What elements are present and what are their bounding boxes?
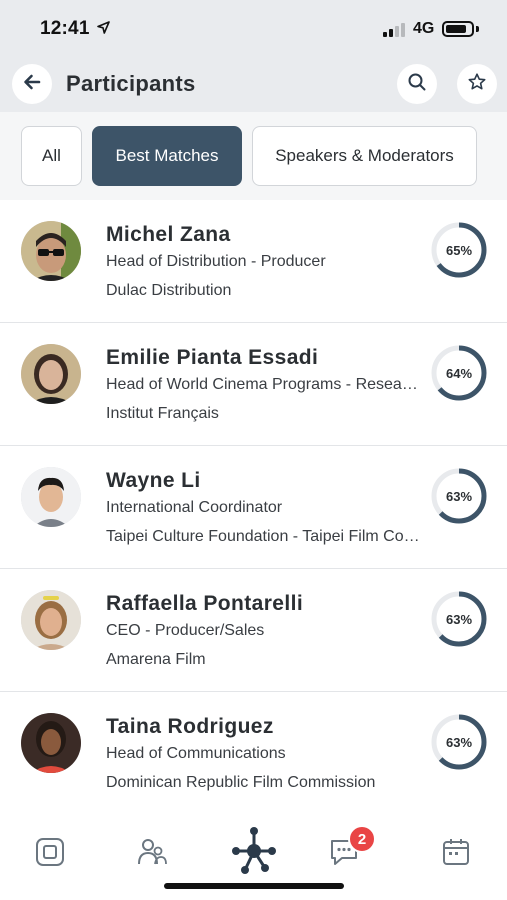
- arrow-left-icon: [22, 72, 42, 97]
- participant-organization: Dominican Republic Film Commission: [106, 774, 376, 791]
- calendar-icon: [441, 837, 471, 872]
- avatar: [21, 713, 81, 773]
- participant-organization: Institut Français: [106, 405, 219, 422]
- participant-organization: Amarena Film: [106, 651, 206, 668]
- match-score-label: 63%: [445, 488, 473, 504]
- nav-network-button[interactable]: [231, 826, 277, 881]
- match-score-ring: 63%: [430, 590, 488, 648]
- avatar: [21, 590, 81, 650]
- match-score-ring: 64%: [430, 344, 488, 402]
- participant-row[interactable]: Michel Zana Head of Distribution - Produ…: [0, 200, 507, 323]
- participant-name: Raffaella Pontarelli: [106, 592, 304, 615]
- status-time: 12:41: [40, 18, 90, 39]
- avatar: [21, 344, 81, 404]
- participant-role: CEO - Producer/Sales: [106, 622, 265, 639]
- match-score-label: 63%: [445, 734, 473, 750]
- participant-role: Head of Communications: [106, 745, 286, 762]
- back-button[interactable]: [12, 64, 52, 104]
- match-score-ring: 63%: [430, 467, 488, 525]
- search-button[interactable]: [397, 64, 437, 104]
- participant-row[interactable]: Taina Rodriguez Head of Communications D…: [0, 692, 507, 815]
- match-score-ring: 63%: [430, 713, 488, 771]
- battery-icon: [442, 21, 474, 37]
- status-bar: 12:41 4G: [0, 0, 507, 56]
- home-icon: [35, 837, 65, 872]
- nav-people-button[interactable]: [132, 834, 172, 874]
- participant-name: Emilie Pianta Essadi: [106, 346, 319, 369]
- chat-badge: 2: [348, 825, 376, 853]
- signal-icon: [383, 23, 405, 37]
- participant-name: Taina Rodriguez: [106, 715, 274, 738]
- participant-name: Michel Zana: [106, 223, 231, 246]
- participant-role: International Coordinator: [106, 499, 283, 516]
- favorite-button[interactable]: [457, 64, 497, 104]
- tab-speakers-moderators[interactable]: Speakers & Moderators: [252, 126, 477, 186]
- match-score-label: 63%: [445, 611, 473, 627]
- match-score-ring: 65%: [430, 221, 488, 279]
- home-indicator: [164, 883, 344, 889]
- participant-organization: Dulac Distribution: [106, 282, 232, 299]
- avatar: [21, 467, 81, 527]
- app-header: Participants: [0, 56, 507, 112]
- people-icon: [136, 837, 168, 872]
- participant-list: Michel Zana Head of Distribution - Produ…: [0, 200, 507, 815]
- location-arrow-icon: [97, 21, 110, 39]
- search-icon: [407, 72, 427, 97]
- filter-tabs: All Best Matches Speakers & Moderators: [0, 112, 507, 200]
- match-score-label: 65%: [445, 242, 473, 258]
- participant-role: Head of World Cinema Programs - Research: [106, 376, 422, 393]
- participant-row[interactable]: Emilie Pianta Essadi Head of World Cinem…: [0, 323, 507, 446]
- participant-row[interactable]: Wayne Li International Coordinator Taipe…: [0, 446, 507, 569]
- battery-cap: [476, 26, 479, 32]
- tab-all[interactable]: All: [21, 126, 82, 186]
- avatar: [21, 221, 81, 281]
- nav-calendar-button[interactable]: [436, 834, 476, 874]
- participant-role: Head of Distribution - Producer: [106, 253, 326, 270]
- match-score-label: 64%: [445, 365, 473, 381]
- nav-home-button[interactable]: [30, 834, 70, 874]
- participant-name: Wayne Li: [106, 469, 201, 492]
- tab-best-matches[interactable]: Best Matches: [92, 126, 242, 186]
- star-icon: [467, 72, 487, 97]
- participant-row[interactable]: Raffaella Pontarelli CEO - Producer/Sale…: [0, 569, 507, 692]
- page-title: Participants: [66, 71, 196, 96]
- network-icon: [231, 826, 277, 881]
- participant-organization: Taipei Culture Foundation - Taipei Film …: [106, 528, 422, 545]
- network-type: 4G: [413, 20, 435, 37]
